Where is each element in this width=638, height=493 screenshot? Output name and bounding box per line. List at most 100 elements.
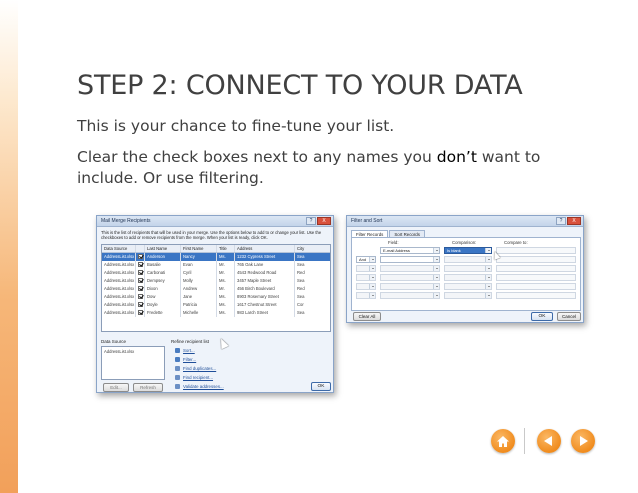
close-button[interactable]: X — [317, 217, 331, 225]
column-header-title[interactable]: Title — [217, 245, 235, 252]
field-dropdown — [380, 274, 440, 281]
help-button[interactable]: ? — [306, 217, 316, 225]
operator-dropdown[interactable]: And — [356, 256, 376, 263]
filter-icon — [175, 357, 180, 362]
find-duplicates-link[interactable]: Find duplicates... — [175, 364, 224, 373]
column-header-data-source[interactable]: Data Source — [102, 245, 136, 252]
chevron-down-icon — [485, 293, 491, 298]
validate-addresses-link[interactable]: Validate addresses... — [175, 382, 224, 391]
table-row[interactable]: AddressList.xlsx Dow Jane Ms. 8903 Rosemary … — [102, 293, 330, 301]
recipient-checkbox[interactable] — [138, 254, 143, 259]
filter-row: E-mail Address Is blank — [356, 247, 578, 255]
mail-merge-description: This is the list of recipients that will… — [101, 230, 322, 241]
cell-data-source: AddressList.xlsx — [104, 293, 136, 301]
table-row[interactable]: AddressList.xlsx Basalie Evan Mr. 765 Oak La… — [102, 261, 330, 269]
find-recipient-icon — [175, 375, 180, 380]
chevron-down-icon — [433, 257, 439, 262]
recipient-checkbox[interactable] — [138, 310, 143, 315]
field-dropdown[interactable]: E-mail Address — [380, 247, 440, 254]
chevron-down-icon — [485, 275, 491, 280]
paragraph-emphasis: don’t — [436, 148, 477, 166]
cell-checkbox[interactable] — [136, 269, 145, 277]
column-header-check[interactable] — [136, 245, 145, 252]
cell-city: Cor — [297, 302, 304, 307]
comparison-dropdown — [444, 292, 492, 299]
recipient-checkbox[interactable] — [138, 302, 143, 307]
table-row[interactable]: AddressList.xlsx Fredette Michelle Ms. 983 L… — [102, 309, 330, 317]
column-header-last-name[interactable]: Last Name — [145, 245, 181, 252]
chevron-down-icon — [433, 293, 439, 298]
compare-to-input[interactable] — [496, 247, 576, 254]
filter-link-label[interactable]: Filter... — [183, 357, 196, 362]
recipient-checkbox[interactable] — [138, 262, 143, 267]
cell-last-name: Fredette — [145, 309, 181, 317]
column-header-address[interactable]: Address — [235, 245, 295, 252]
cell-checkbox[interactable] — [136, 253, 145, 261]
cell-checkbox[interactable] — [136, 277, 145, 285]
operator-dropdown — [356, 265, 376, 272]
cell-data-source: AddressList.xlsx — [104, 269, 136, 277]
recipient-checkbox[interactable] — [138, 294, 143, 299]
validate-addresses-label[interactable]: Validate addresses... — [183, 384, 224, 389]
comparison-dropdown[interactable]: Is blank — [444, 247, 492, 254]
table-header-row: Data Source Last Name First Name Title A… — [102, 245, 330, 253]
refresh-button[interactable]: Refresh — [133, 383, 163, 392]
cell-city: Sea — [297, 262, 305, 267]
recipient-checkbox[interactable] — [138, 270, 143, 275]
recipient-checkbox[interactable] — [138, 286, 143, 291]
filter-sort-ok-button[interactable]: OK — [531, 312, 553, 321]
table-row[interactable]: AddressList.xlsx Doyle Patricia Ms. 1617 Che… — [102, 301, 330, 309]
cell-first-name: Nancy — [181, 253, 217, 261]
find-recipient-link[interactable]: Find recipient... — [175, 373, 224, 382]
close-button[interactable]: X — [567, 217, 581, 225]
sort-link-label[interactable]: Sort... — [183, 348, 195, 353]
cell-checkbox[interactable] — [136, 301, 145, 309]
operator-dropdown — [356, 274, 376, 281]
filter-sort-cancel-button[interactable]: Cancel — [557, 312, 581, 321]
filter-link[interactable]: Filter... — [175, 355, 224, 364]
cell-first-name: Evan — [181, 261, 217, 269]
mail-merge-title: Mail Merge Recipients — [101, 218, 151, 224]
table-row[interactable]: AddressList.xlsx Carbonati Cyril Mr. 4543 Re… — [102, 269, 330, 277]
cell-first-name: Patricia — [181, 301, 217, 309]
cell-checkbox[interactable] — [136, 285, 145, 293]
cell-checkbox[interactable] — [136, 293, 145, 301]
refine-list-label: Refine recipient list — [171, 339, 210, 344]
filter-sort-titlebar: Filter and Sort ? X — [347, 216, 583, 227]
cell-address: 1232 Cypress Street — [235, 253, 295, 261]
sort-link[interactable]: Sort... — [175, 346, 224, 355]
mail-merge-ok-button[interactable]: OK — [311, 382, 331, 391]
data-source-item[interactable]: AddressList.xlsx — [104, 349, 162, 354]
recipient-checkbox[interactable] — [138, 278, 143, 283]
chevron-down-icon — [369, 266, 375, 271]
column-header-city[interactable]: City — [295, 245, 315, 252]
previous-slide-button[interactable] — [537, 429, 561, 453]
comparison-dropdown — [444, 283, 492, 290]
field-dropdown[interactable] — [380, 256, 440, 263]
data-source-label: Data Source — [101, 339, 127, 344]
help-button[interactable]: ? — [556, 217, 566, 225]
chevron-down-icon — [369, 293, 375, 298]
cell-last-name: Dixon — [145, 285, 181, 293]
operator-dropdown — [356, 283, 376, 290]
edit-button[interactable]: Edit... — [103, 383, 129, 392]
home-button[interactable] — [491, 429, 515, 453]
data-source-list[interactable]: AddressList.xlsx — [101, 346, 165, 380]
table-row[interactable]: AddressList.xlsx Dixon Andrew Mr. 456 Birch … — [102, 285, 330, 293]
filter-records-panel: Field: Comparison: Compare to: E-mail Ad… — [351, 237, 581, 311]
filter-row — [356, 265, 578, 273]
find-recipient-label[interactable]: Find recipient... — [183, 375, 213, 380]
cell-data-source: AddressList.xlsx — [104, 301, 136, 309]
cell-checkbox[interactable] — [136, 261, 145, 269]
cell-checkbox[interactable] — [136, 309, 145, 317]
table-row[interactable]: AddressList.xlsx Anderson Nancy Ms. 1232 Cyp… — [102, 253, 330, 261]
find-duplicates-label[interactable]: Find duplicates... — [183, 366, 216, 371]
cell-title: Mr. — [217, 285, 235, 293]
cell-data-source: AddressList.xlsx — [104, 309, 136, 317]
next-slide-button[interactable] — [571, 429, 595, 453]
cell-data-source: AddressList.xlsx — [104, 285, 136, 293]
clear-all-button[interactable]: Clear All — [353, 312, 381, 321]
column-header-first-name[interactable]: First Name — [181, 245, 217, 252]
table-row[interactable]: AddressList.xlsx Dempsey Molly Ms. 3457 Mapl… — [102, 277, 330, 285]
mail-merge-recipients-dialog: Mail Merge Recipients ? X This is the li… — [96, 215, 334, 393]
